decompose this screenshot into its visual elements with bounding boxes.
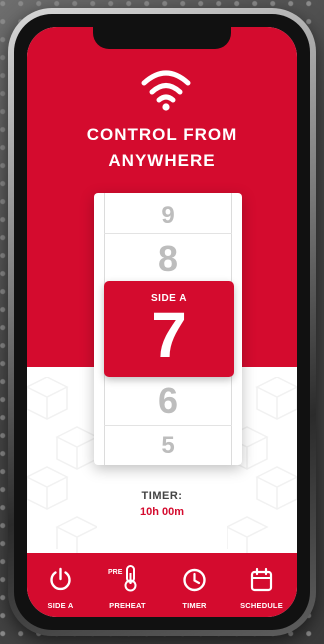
headline: CONTROL FROM ANYWHERE — [27, 122, 297, 174]
tab-preheat[interactable]: PRE PREHEAT — [94, 553, 161, 617]
tab-schedule-label: SCHEDULE — [240, 601, 283, 610]
headline-line-2: ANYWHERE — [108, 151, 216, 170]
timer-label: TIMER: — [141, 490, 183, 502]
calendar-icon — [250, 567, 273, 592]
wifi-icon — [141, 70, 191, 111]
tab-side-a[interactable]: SIDE A — [27, 553, 94, 617]
decorative-pattern-left — [27, 377, 97, 557]
picker-divider — [104, 425, 232, 426]
tab-preheat-label: PREHEAT — [109, 601, 146, 610]
picker-divider — [104, 233, 232, 234]
selected-level-value: 7 — [151, 299, 187, 371]
tab-side-a-label: SIDE A — [47, 601, 74, 610]
thermometer-icon — [124, 565, 137, 592]
phone-notch — [93, 27, 231, 49]
app-screen: CONTROL FROM ANYWHERE 9 8 6 5 SIDE A 7 T… — [27, 27, 297, 617]
timer-value: 10h 00m — [139, 506, 185, 518]
tab-timer[interactable]: TIMER — [161, 553, 228, 617]
clock-icon — [183, 568, 206, 592]
picker-option-5[interactable]: 5 — [94, 431, 242, 461]
selected-level-card[interactable]: SIDE A 7 — [104, 281, 234, 377]
tab-schedule[interactable]: SCHEDULE — [228, 553, 295, 617]
picker-option-9[interactable]: 9 — [94, 201, 242, 231]
headline-line-1: CONTROL FROM — [86, 125, 238, 144]
picker-option-8[interactable]: 8 — [94, 237, 242, 281]
picker-option-6[interactable]: 6 — [94, 379, 242, 423]
power-icon — [50, 567, 71, 591]
bottom-tab-bar: SIDE A PRE PREHEAT TIMER SCHEDULE — [27, 553, 297, 617]
tab-timer-label: TIMER — [182, 601, 207, 610]
